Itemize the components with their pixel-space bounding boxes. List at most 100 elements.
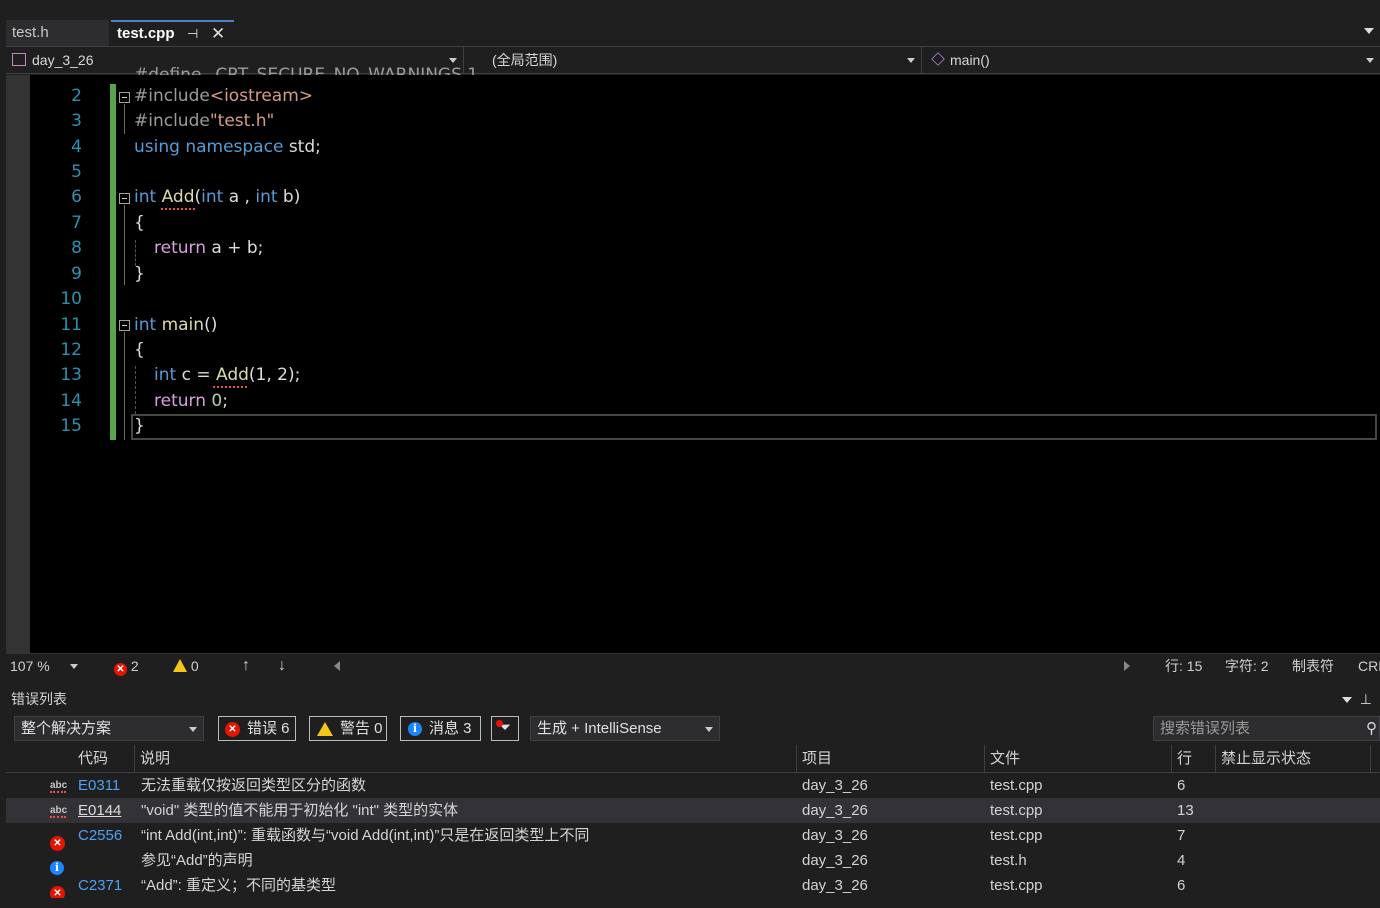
column-header-project[interactable]: 项目 (797, 745, 985, 773)
build-source-value: 生成 + IntelliSense (537, 720, 662, 737)
panel-menu-chevron-icon[interactable] (1342, 697, 1352, 703)
error-row[interactable]: abc E0311 无法重载仅按返回类型区分的函数 day_3_26 test.… (6, 773, 1380, 798)
bottom-tab-strip (6, 898, 1380, 908)
error-row[interactable]: i 参见“Add”的声明 day_3_26 test.h 4 (6, 848, 1380, 875)
info-icon: i (408, 722, 422, 736)
code-editor[interactable] (6, 75, 1380, 653)
error-file: test.cpp (990, 802, 1043, 819)
code-line-11: int main() (134, 315, 217, 335)
line-ending[interactable]: CRLF (1358, 654, 1380, 678)
char-indicator: 字符: 2 (1225, 658, 1269, 674)
code-token: using (134, 137, 180, 157)
partial-code-line: #define _CRT_SECURE_NO_WARNINGS 1 (134, 65, 479, 75)
collapse-toggle-icon[interactable] (119, 92, 130, 103)
tab-test-h[interactable]: test.h (6, 20, 109, 46)
error-description: “Add”: 重定义；不同的基类型 (141, 877, 337, 894)
tab-overflow-chevron-icon[interactable] (1364, 28, 1374, 34)
error-row-selected[interactable]: abc E0144 "void" 类型的值不能用于初始化 "int" 类型的实体… (6, 798, 1380, 823)
search-error-list-input[interactable]: 搜索错误列表 ⚲ (1153, 716, 1380, 741)
messages-filter-button[interactable]: i 消息 3 (400, 716, 481, 741)
chevron-down-icon (705, 727, 713, 732)
build-source-select[interactable]: 生成 + IntelliSense (530, 716, 720, 741)
line-number: 13 (60, 365, 82, 385)
error-project: day_3_26 (802, 877, 868, 894)
intellisense-abc-icon: abc (50, 798, 67, 823)
error-row[interactable]: ✕ C2371 “Add”: 重定义；不同的基类型 day_3_26 test.… (6, 873, 1380, 901)
column-header-code[interactable]: 代码 (73, 745, 135, 773)
collapse-toggle-icon[interactable] (119, 193, 130, 204)
code-token: #include (134, 86, 210, 106)
column-header-file[interactable]: 文件 (985, 745, 1172, 773)
scope-dropdown[interactable]: (全局范围) (466, 47, 922, 73)
tab-test-cpp[interactable]: test.cpp ⊣ ✕ (111, 20, 234, 46)
warning-count[interactable]: 0 (173, 654, 199, 678)
code-line-7: { (134, 213, 145, 233)
line-number: 9 (71, 264, 82, 284)
scope-name: (全局范围) (492, 52, 558, 68)
close-icon[interactable]: ✕ (211, 22, 225, 46)
code-token: int (154, 365, 177, 385)
editor-margin (6, 75, 30, 653)
code-token: int (134, 315, 157, 335)
column-header-description[interactable]: 说明 (135, 745, 797, 773)
scroll-left-icon[interactable] (334, 661, 340, 671)
error-file: test.cpp (990, 777, 1043, 794)
line-number: 3 (71, 111, 82, 131)
column-header-suppression[interactable]: 禁止显示状态 (1216, 745, 1371, 773)
project-name: day_3_26 (32, 52, 94, 68)
error-count[interactable]: ✕ 2 (114, 654, 139, 678)
error-project: day_3_26 (802, 827, 868, 844)
scroll-right-icon[interactable] (1124, 661, 1130, 671)
pin-icon[interactable]: ⊣ (187, 22, 198, 46)
zoom-chevron-down-icon[interactable] (70, 664, 78, 669)
messages-filter-label: 消息 3 (429, 720, 472, 737)
method-cube-icon (931, 52, 945, 66)
line-number: 6 (71, 187, 82, 207)
line-number: 7 (71, 213, 82, 233)
errors-filter-button[interactable]: ✕ 错误 6 (218, 716, 296, 741)
previous-issue-arrow-icon[interactable]: ↑ (242, 654, 250, 678)
code-token: int (134, 187, 157, 207)
code-token: namespace (185, 137, 284, 157)
pin-icon[interactable]: ⊥ (1360, 685, 1372, 713)
zoom-level[interactable]: 107 % (10, 654, 50, 678)
code-token: a , (223, 187, 256, 207)
line-number: 8 (71, 238, 82, 258)
error-description: "void" 类型的值不能用于初始化 "int" 类型的实体 (141, 802, 459, 819)
member-dropdown[interactable]: main() (924, 47, 1380, 73)
next-issue-arrow-icon[interactable]: ↓ (278, 654, 286, 678)
code-token: () (204, 315, 218, 335)
code-line-6: int Add(int a , int b) (134, 187, 300, 207)
code-line-15: } (134, 416, 145, 436)
search-icon[interactable]: ⚲ (1366, 717, 1377, 740)
error-code[interactable]: C2556 (78, 823, 122, 848)
current-line-highlight (131, 414, 1377, 440)
code-line-14: return 0; (154, 391, 228, 411)
panel-title: 错误列表 (11, 691, 67, 707)
indent-guide (135, 366, 136, 414)
collapse-toggle-icon[interactable] (119, 320, 130, 331)
code-token: 0 (205, 391, 223, 411)
error-icon: ✕ (114, 663, 127, 676)
outline-line (124, 104, 125, 134)
project-icon (12, 53, 26, 66)
error-code[interactable]: E0144 (78, 798, 121, 823)
filter-funnel-button[interactable]: ⏷ (491, 716, 519, 741)
error-code[interactable]: C2371 (78, 873, 122, 898)
code-token: main (161, 315, 205, 335)
intellisense-abc-icon: abc (50, 773, 67, 798)
error-squiggle (161, 207, 195, 210)
code-token: "test.h" (209, 111, 275, 131)
warnings-filter-button[interactable]: 警告 0 (309, 716, 387, 741)
code-line-4: using namespace std; (134, 137, 321, 157)
tabs-mode[interactable]: 制表符 (1292, 654, 1334, 678)
code-token: std; (283, 137, 321, 157)
error-code[interactable]: E0311 (78, 773, 120, 798)
scope-value: 整个解决方案 (21, 720, 112, 737)
code-token: (1, 2); (248, 365, 301, 385)
chevron-down-icon (907, 58, 915, 63)
column-header-line[interactable]: 行 (1172, 745, 1216, 773)
scope-select[interactable]: 整个解决方案 (14, 716, 204, 741)
filter-badge-icon (496, 720, 503, 727)
error-row[interactable]: ✕ C2556 “int Add(int,int)”: 重载函数与“void A… (6, 823, 1380, 851)
